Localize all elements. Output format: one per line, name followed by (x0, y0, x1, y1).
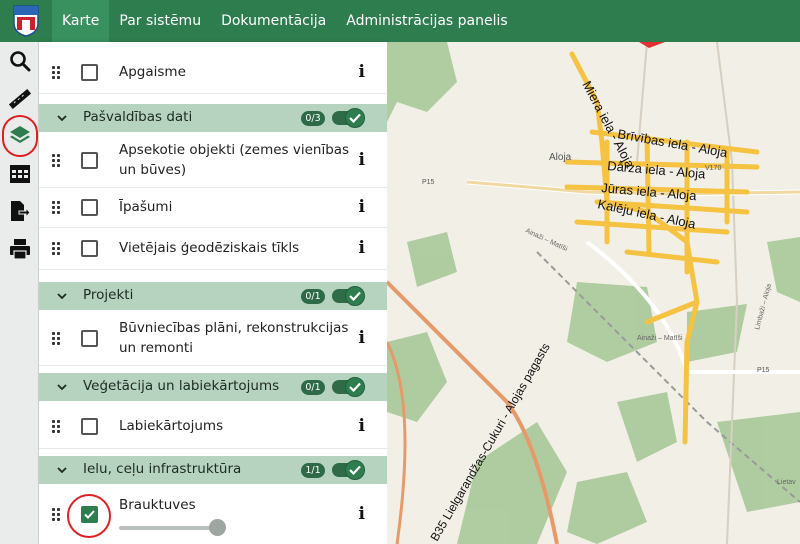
chevron-down-icon (57, 293, 67, 300)
drag-handle-icon[interactable] (52, 154, 60, 168)
check-icon (345, 286, 365, 306)
layer-row-labiekartojums[interactable]: Labiekārtojums i (39, 405, 387, 449)
layer-row-buvniecibas-plani[interactable]: Būvniecības plāni, rekonstrukcijas un re… (39, 312, 387, 366)
info-icon[interactable]: i (359, 62, 365, 82)
export-icon (10, 201, 31, 221)
layer-checkbox[interactable] (81, 418, 98, 435)
group-count-badge: 0/1 (301, 289, 325, 304)
coat-of-arms-icon (13, 5, 39, 37)
drag-handle-icon[interactable] (52, 332, 60, 346)
small-road-label: Lietav (777, 479, 796, 486)
layer-label: Brauktuves (119, 497, 196, 513)
tab-administracijas-panelis[interactable]: Administrācijas panelis (336, 0, 517, 42)
ruler-icon (8, 88, 31, 110)
export-tool-button[interactable] (0, 194, 39, 228)
search-tool-button[interactable] (0, 44, 39, 78)
road-sign-p15: P15 (757, 367, 770, 374)
drag-handle-icon[interactable] (52, 242, 60, 256)
drag-handle-icon[interactable] (52, 420, 60, 434)
small-road-label: Ainaži – Matīši (637, 335, 683, 342)
layer-label-line2: un būves) (119, 162, 187, 178)
layer-label-line1: Būvniecības plāni, rekonstrukcijas (119, 320, 349, 336)
print-icon (9, 239, 30, 260)
layer-row-apgaisme[interactable]: Apgaisme i (39, 52, 387, 94)
tab-par-sistemu[interactable]: Par sistēmu (109, 0, 211, 42)
group-label: Pašvaldības dati (83, 109, 193, 125)
info-icon[interactable]: i (359, 150, 365, 170)
group-count-badge: 1/1 (301, 463, 325, 478)
info-icon[interactable]: i (359, 238, 365, 258)
drag-handle-icon[interactable] (52, 66, 60, 80)
layer-checkbox[interactable] (81, 199, 98, 216)
check-icon (345, 108, 365, 128)
opacity-slider-track[interactable] (119, 526, 219, 530)
layer-row-geodeziskais-tikls[interactable]: Vietējais ģeodēziskais tīkls i (39, 228, 387, 270)
chevron-down-icon (57, 384, 67, 391)
tool-rail (0, 42, 39, 544)
highlight-ring (67, 494, 111, 538)
map-canvas[interactable]: Aloja P15 P15 V170 Ainaži – Matīši Ainaž… (385, 41, 800, 544)
group-label: Ielu, ceļu infrastruktūra (83, 461, 242, 477)
drag-handle-icon[interactable] (52, 508, 60, 522)
group-label: Projekti (83, 287, 134, 303)
layer-label: Labiekārtojums (119, 418, 224, 434)
group-header-pasvaldibas-dati[interactable]: Pašvaldības dati 0/3 (39, 104, 387, 132)
info-icon[interactable]: i (359, 197, 365, 217)
print-tool-button[interactable] (0, 232, 39, 266)
layer-label: Apgaisme (119, 64, 186, 80)
layer-label-line1: Apsekotie objekti (zemes vienības (119, 142, 350, 158)
layer-label: Vietējais ģeodēziskais tīkls (119, 240, 300, 256)
road-sign-v170: V170 (705, 165, 721, 172)
municipality-logo[interactable] (0, 0, 52, 42)
check-icon (345, 460, 365, 480)
measure-tool-button[interactable] (0, 82, 39, 116)
group-header-ielu-celu-infrastruktura[interactable]: Ielu, ceļu infrastruktūra 1/1 (39, 456, 387, 484)
road-sign-p15: P15 (422, 179, 435, 186)
layer-checkbox[interactable] (81, 152, 98, 169)
tab-dokumentacija[interactable]: Dokumentācija (211, 0, 336, 42)
group-label: Veģetācija un labiekārtojums (83, 378, 280, 394)
info-icon[interactable]: i (359, 504, 365, 524)
group-count-badge: 0/3 (301, 111, 325, 126)
drag-handle-icon[interactable] (52, 201, 60, 215)
map-view[interactable]: Aloja P15 P15 V170 Ainaži – Matīši Ainaž… (385, 41, 800, 544)
check-icon (345, 377, 365, 397)
table-icon (9, 165, 30, 183)
group-count-badge: 0/1 (301, 380, 325, 395)
layer-checkbox[interactable] (81, 240, 98, 257)
opacity-slider-handle[interactable] (209, 519, 226, 536)
highlight-ring (2, 115, 38, 157)
chevron-down-icon (57, 467, 67, 474)
layer-label: Īpašumi (119, 199, 173, 215)
info-icon[interactable]: i (359, 416, 365, 436)
map-town-label: Aloja (549, 152, 572, 163)
group-header-vegetacija[interactable]: Veģetācija un labiekārtojums 0/1 (39, 373, 387, 401)
layer-row-apsekotie-objekti[interactable]: Apsekotie objekti (zemes vienības un būv… (39, 134, 387, 188)
layer-panel: Apgaisme i Pašvaldības dati 0/3 Apsekoti… (39, 42, 387, 544)
tab-karte[interactable]: Karte (52, 0, 110, 42)
layer-checkbox[interactable] (81, 330, 98, 347)
table-tool-button[interactable] (0, 157, 39, 191)
search-icon (9, 51, 30, 72)
layer-row-brauktuves[interactable]: Brauktuves i (39, 486, 387, 544)
layer-row-ipasumi[interactable]: Īpašumi i (39, 188, 387, 228)
group-header-projekti[interactable]: Projekti 0/1 (39, 282, 387, 310)
top-nav: Karte Par sistēmu Dokumentācija Administ… (0, 0, 800, 42)
chevron-down-icon (57, 115, 67, 122)
layer-checkbox[interactable] (81, 64, 98, 81)
layer-label-line2: un remonti (119, 340, 193, 356)
info-icon[interactable]: i (359, 328, 365, 348)
